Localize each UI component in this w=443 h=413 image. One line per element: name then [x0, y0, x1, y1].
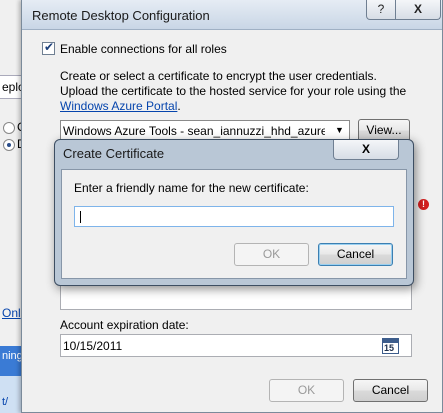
certificate-select-value: Windows Azure Tools - sean_iannuzzi_hhd_…	[63, 124, 325, 138]
portal-link-line: Windows Azure Portal.	[60, 99, 181, 113]
close-icon: X	[413, 2, 422, 16]
portal-link-suffix: .	[177, 99, 181, 113]
expiration-date-value: 10/15/2011	[63, 339, 123, 353]
help-button[interactable]: ?	[366, 0, 396, 20]
checkmark-icon: ✔	[44, 40, 55, 54]
friendly-name-input[interactable]	[74, 206, 394, 227]
description-line-1: Create or select a certificate to encryp…	[60, 69, 377, 83]
windows-azure-portal-link[interactable]: Windows Azure Portal	[60, 99, 177, 113]
create-certificate-cancel-button[interactable]: Cancel	[318, 243, 393, 266]
certificate-select[interactable]: Windows Azure Tools - sean_iannuzzi_hhd_…	[60, 120, 350, 141]
expiration-date-label: Account expiration date:	[60, 318, 189, 332]
create-certificate-dialog: Create Certificate X Enter a friendly na…	[54, 139, 414, 286]
description-line-2: Upload the certificate to the hosted ser…	[60, 84, 407, 98]
text-caret	[80, 211, 81, 223]
error-icon: !	[418, 199, 429, 210]
friendly-name-prompt: Enter a friendly name for the new certif…	[74, 181, 309, 195]
dialog-title: Remote Desktop Configuration	[32, 8, 210, 23]
cancel-button[interactable]: Cancel	[353, 379, 428, 402]
calendar-icon-day: 15	[384, 343, 395, 353]
close-icon: X	[361, 142, 370, 156]
dropdown-arrow-icon: ▼	[335, 125, 344, 135]
enable-connections-checkbox[interactable]: ✔	[42, 40, 55, 55]
background-radio-1[interactable]	[3, 122, 15, 134]
create-certificate-title: Create Certificate	[63, 146, 165, 161]
dialog-titlebar: Remote Desktop Configuration ? X	[22, 0, 442, 30]
help-icon: ?	[377, 2, 385, 16]
close-button[interactable]: X	[395, 0, 441, 20]
ok-button[interactable]: OK	[269, 379, 344, 402]
password-confirm-field[interactable]	[60, 282, 412, 310]
create-certificate-ok-button[interactable]: OK	[234, 243, 309, 266]
create-certificate-body: Enter a friendly name for the new certif…	[61, 169, 407, 279]
calendar-icon[interactable]: 15	[382, 338, 399, 354]
expiration-date-picker[interactable]: 10/15/2011 15	[60, 334, 412, 357]
background-radio-2[interactable]	[3, 139, 15, 151]
create-certificate-close-button[interactable]: X	[333, 140, 399, 160]
enable-connections-label: Enable connections for all roles	[60, 42, 227, 56]
